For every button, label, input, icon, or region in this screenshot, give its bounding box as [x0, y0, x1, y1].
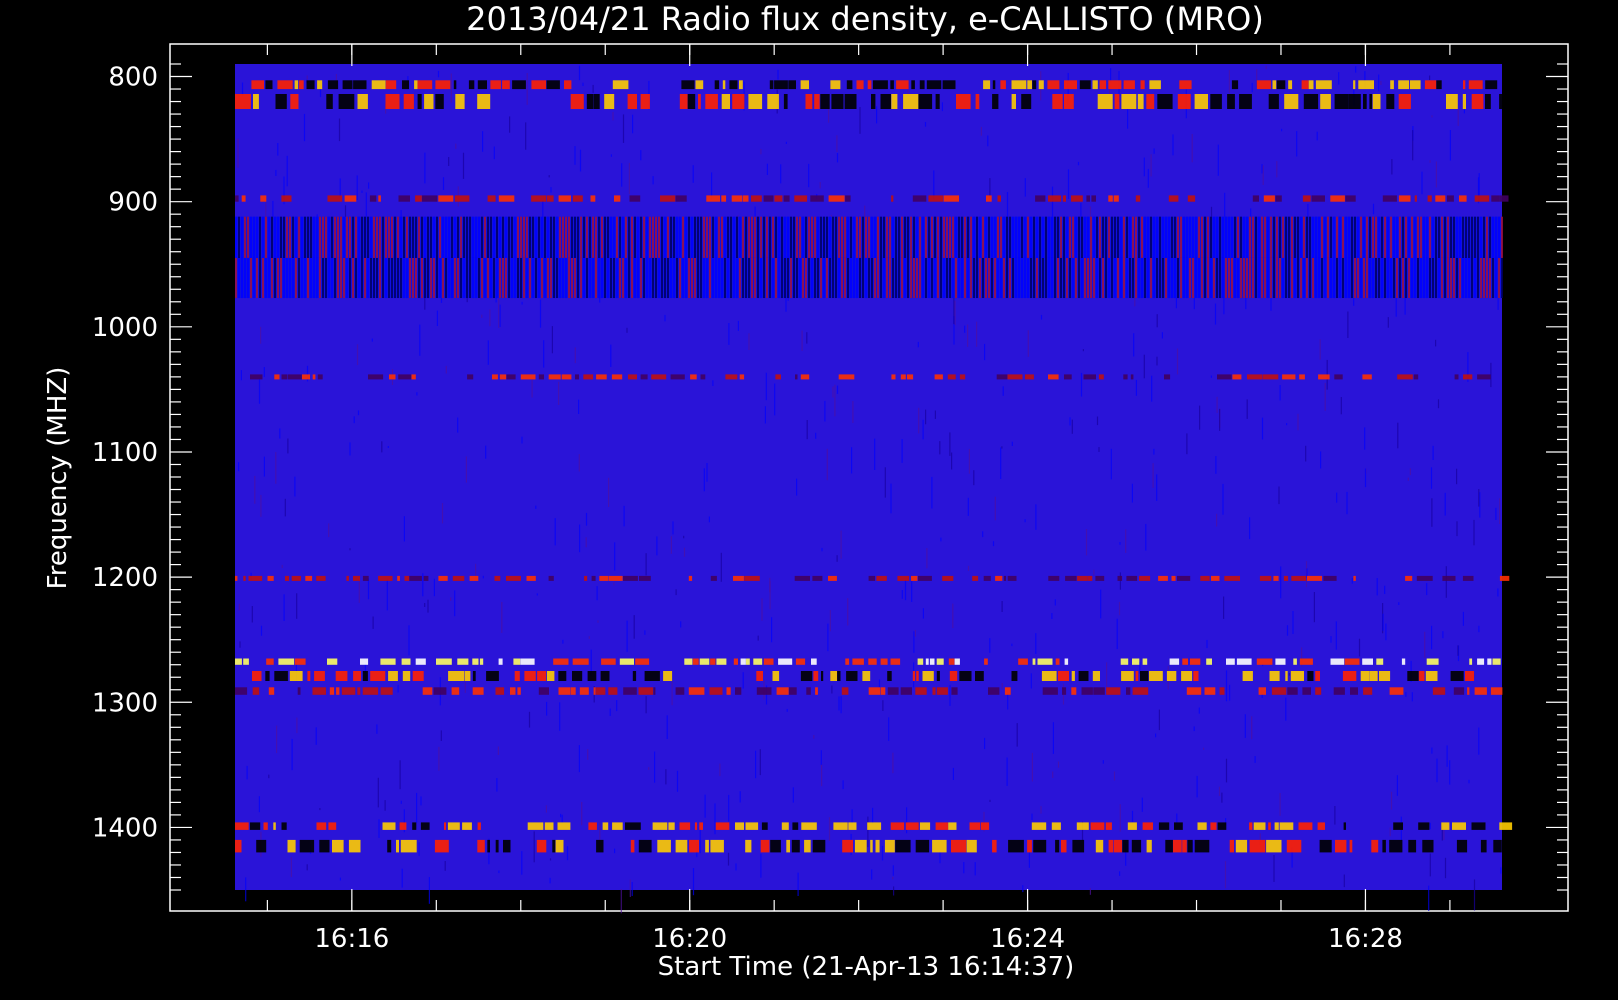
- x-tick-label: 16:16: [314, 924, 389, 954]
- emission-band: [251, 80, 1498, 90]
- y-axis-label: Frequency (MHZ): [43, 367, 73, 590]
- spectrogram-image: [235, 64, 1513, 914]
- y-tick-label: 1200: [92, 563, 158, 593]
- x-tick-label: 16:24: [990, 924, 1065, 954]
- spectrogram-chart: 2013/04/21 Radio flux density, e-CALLIST…: [0, 0, 1618, 1000]
- emission-band: [235, 822, 1513, 830]
- y-tick-label: 1400: [92, 813, 158, 843]
- emission-band: [235, 94, 1508, 109]
- emission-band: [235, 216, 1503, 258]
- y-tick-label: 1300: [92, 688, 158, 718]
- emission-band: [235, 257, 1503, 299]
- x-axis-label: Start Time (21-Apr-13 16:14:37): [658, 952, 1075, 982]
- y-tick-label: 1100: [92, 438, 158, 468]
- y-tick-label: 1000: [92, 313, 158, 343]
- chart-title: 2013/04/21 Radio flux density, e-CALLIST…: [466, 0, 1264, 38]
- y-tick-label: 900: [108, 188, 158, 218]
- x-tick-label: 16:28: [1328, 924, 1403, 954]
- emission-band: [235, 575, 1510, 581]
- spectrogram-background: [235, 64, 1502, 890]
- y-tick-label: 800: [108, 63, 158, 93]
- x-tick-label: 16:20: [652, 924, 727, 954]
